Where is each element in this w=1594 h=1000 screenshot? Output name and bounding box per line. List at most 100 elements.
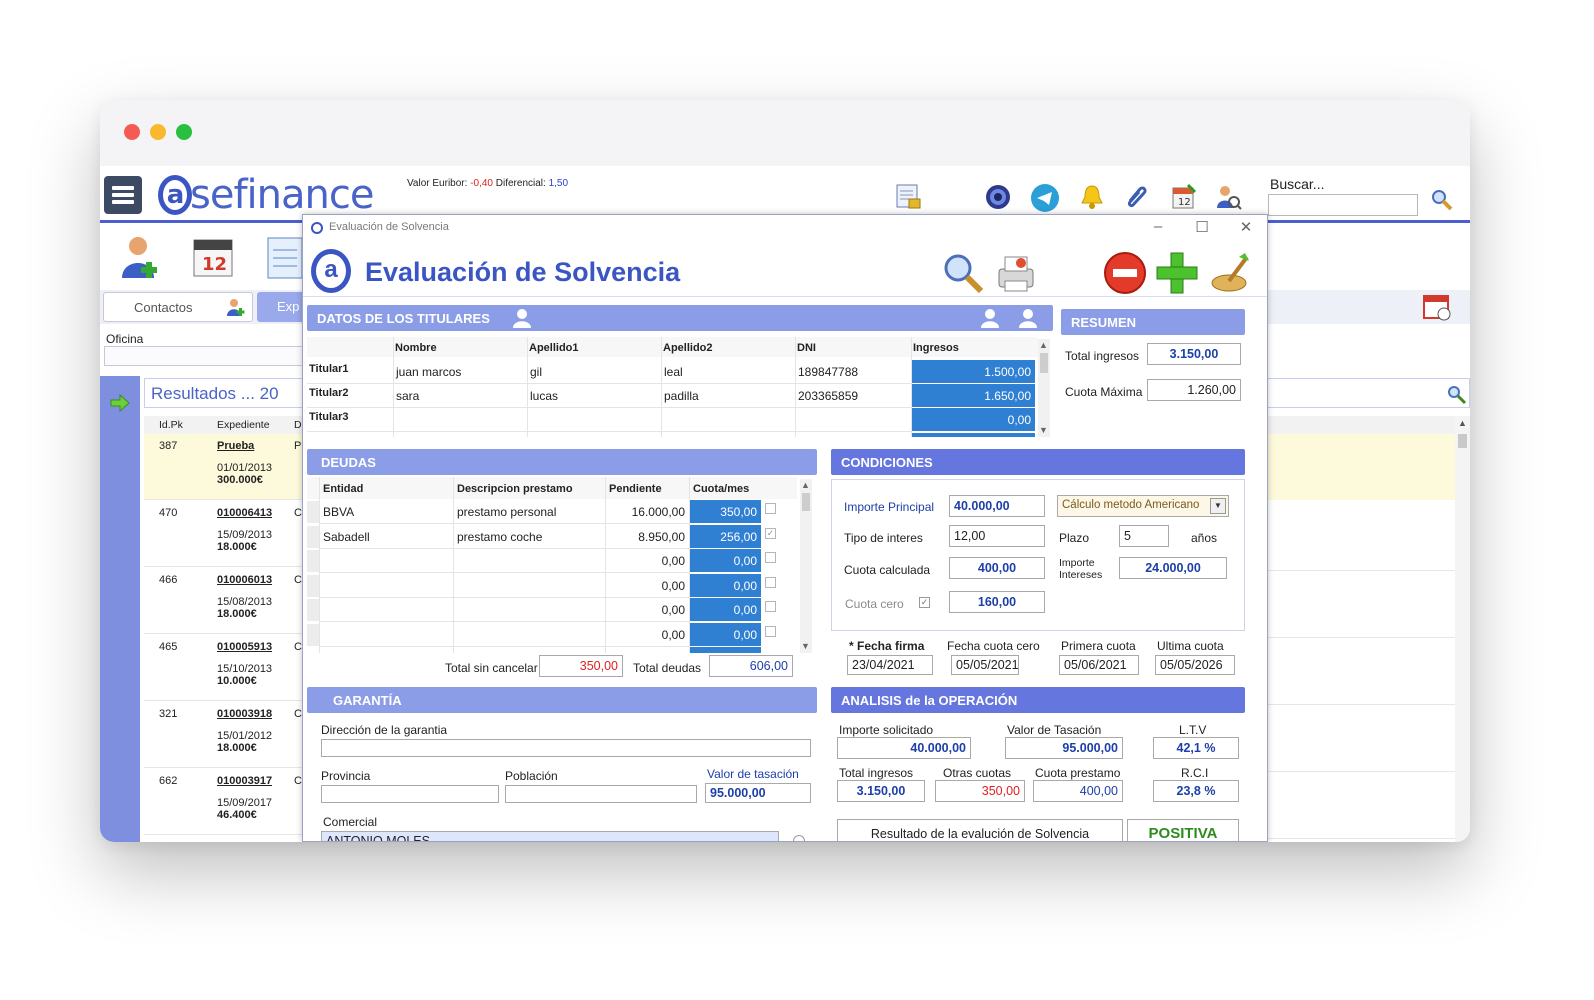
tipo-interes-input[interactable]: 12,00 xyxy=(949,525,1045,547)
titular-apellido2-cell[interactable]: leal xyxy=(664,365,683,379)
metodo-calculo-select[interactable]: Cálculo metodo Americano ▼ xyxy=(1057,495,1229,517)
scroll-up-icon[interactable]: ▲ xyxy=(1039,340,1048,350)
print-icon[interactable] xyxy=(995,251,1039,295)
results-scrollbar[interactable]: ▲ xyxy=(1455,416,1470,842)
clear-broom-icon[interactable] xyxy=(1209,251,1253,295)
results-row-expediente-link[interactable]: 010006013 xyxy=(217,574,272,586)
delete-icon[interactable] xyxy=(1103,251,1147,295)
deuda-cuota-cell[interactable]: 256,00 xyxy=(689,524,761,548)
add-contact-icon[interactable] xyxy=(118,234,164,280)
cuota-cero-checkbox[interactable]: ✓ xyxy=(919,597,930,608)
user-add-icon[interactable] xyxy=(979,307,1001,329)
close-window-button[interactable] xyxy=(124,124,140,140)
user-remove-icon[interactable] xyxy=(1017,307,1039,329)
row-selector[interactable] xyxy=(307,501,319,523)
results-row[interactable]: 321 010003918 15/01/2012 18.000€ C xyxy=(144,702,304,768)
results-row[interactable]: 465 010005913 15/10/2013 10.000€ C xyxy=(144,635,304,701)
results-row-expediente-link[interactable]: 010003918 xyxy=(217,708,272,720)
deudas-scrollbar[interactable]: ▲ ▼ xyxy=(800,479,812,653)
row-selector[interactable] xyxy=(307,599,319,621)
oficina-input[interactable] xyxy=(104,346,304,366)
results-row[interactable]: 470 010006413 15/09/2013 18.000€ C xyxy=(144,501,304,567)
settings-gear-icon[interactable] xyxy=(984,183,1012,211)
results-row-expediente-link[interactable]: 010003917 xyxy=(217,775,272,787)
deuda-cuota-cell[interactable]: 0,00 xyxy=(689,549,761,572)
direccion-input[interactable] xyxy=(321,739,811,757)
results-row[interactable]: 662 010003917 15/09/2017 46.400€ C xyxy=(144,769,304,835)
deuda-descripcion-cell[interactable]: prestamo coche xyxy=(457,530,542,544)
deuda-cuota-cell[interactable]: 350,00 xyxy=(689,500,761,523)
user-search-icon[interactable] xyxy=(1214,183,1242,211)
user-icon[interactable] xyxy=(511,307,533,329)
fecha-firma-input[interactable]: 23/04/2021 xyxy=(847,655,933,675)
row-selector[interactable] xyxy=(307,550,319,572)
titular-ingresos-cell[interactable]: 0,00 xyxy=(911,408,1035,431)
deuda-entidad-cell[interactable]: Sabadell xyxy=(323,530,370,544)
search-icon[interactable] xyxy=(1430,188,1454,212)
deuda-checkbox[interactable] xyxy=(765,576,776,588)
arrow-right-icon[interactable] xyxy=(110,394,130,412)
deuda-entidad-cell[interactable]: BBVA xyxy=(323,505,354,519)
valor-tasacion-input[interactable]: 95.000,00 xyxy=(705,783,811,803)
scroll-down-icon[interactable]: ▼ xyxy=(801,641,810,651)
scroll-up-icon[interactable]: ▲ xyxy=(801,480,810,490)
row-selector[interactable] xyxy=(307,623,319,646)
titular-ingresos-cell[interactable]: 1.500,00 xyxy=(911,360,1035,383)
zoom-window-button[interactable] xyxy=(176,124,192,140)
titular-apellido2-cell[interactable]: padilla xyxy=(664,389,699,403)
calendar-icon[interactable]: 12 xyxy=(190,234,236,280)
deuda-checkbox[interactable] xyxy=(765,503,776,514)
comercial-select[interactable]: ANTONIO MOLES xyxy=(321,831,779,841)
results-row-expediente-link[interactable]: 010005913 xyxy=(217,641,272,653)
scroll-thumb[interactable] xyxy=(1040,353,1048,373)
titulares-scrollbar[interactable]: ▲ ▼ xyxy=(1038,339,1050,437)
deuda-cuota-cell[interactable]: 0,00 xyxy=(689,622,761,646)
titular-nombre-cell[interactable]: juan marcos xyxy=(396,365,461,379)
titular-apellido1-cell[interactable]: gil xyxy=(530,365,542,379)
search-magnifier-icon[interactable] xyxy=(941,251,985,295)
fecha-cuota-cero-input[interactable]: 05/05/2021 xyxy=(951,655,1019,675)
scroll-up-icon[interactable]: ▲ xyxy=(1458,418,1467,428)
results-row[interactable]: 387 Prueba 01/01/2013 300.000€ P xyxy=(144,434,304,500)
row-selector[interactable] xyxy=(307,574,319,597)
deuda-checkbox[interactable] xyxy=(765,552,776,563)
deuda-pendiente-cell[interactable]: 0,00 xyxy=(605,603,685,617)
calendar-task-icon[interactable]: 12 xyxy=(1170,183,1198,211)
menu-icon[interactable] xyxy=(104,176,142,214)
importe-principal-input[interactable]: 40.000,00 xyxy=(949,495,1045,517)
maximize-icon[interactable]: ☐ xyxy=(1187,218,1217,236)
attachment-paperclip-icon[interactable] xyxy=(1122,183,1150,211)
deuda-cuota-cell[interactable]: 0,00 xyxy=(689,573,761,597)
deuda-checkbox[interactable] xyxy=(765,601,776,612)
deuda-cuota-cell[interactable]: 0,00 xyxy=(689,598,761,621)
minimize-icon[interactable]: – xyxy=(1143,218,1173,235)
row-selector[interactable] xyxy=(307,525,319,548)
calendar-clock-icon[interactable] xyxy=(1422,292,1452,322)
search-input[interactable] xyxy=(1268,194,1418,216)
deuda-pendiente-cell[interactable]: 8.950,00 xyxy=(605,530,685,544)
deuda-pendiente-cell[interactable]: 0,00 xyxy=(605,554,685,568)
results-row-expediente-link[interactable]: 010006413 xyxy=(217,507,272,519)
comercial-radio[interactable] xyxy=(793,835,805,841)
deuda-descripcion-cell[interactable]: prestamo personal xyxy=(457,505,556,519)
provincia-input[interactable] xyxy=(321,785,499,803)
chevron-down-icon[interactable]: ▼ xyxy=(1210,498,1226,514)
titular-dni-cell[interactable]: 203365859 xyxy=(798,389,858,403)
titular-ingresos-cell[interactable]: 1.650,00 xyxy=(911,384,1035,407)
plazo-input[interactable]: 5 xyxy=(1119,525,1169,547)
results-row-expediente-link[interactable]: Prueba xyxy=(217,440,254,452)
deuda-checkbox[interactable] xyxy=(765,625,776,637)
titular-nombre-cell[interactable]: sara xyxy=(396,389,419,403)
telegram-icon[interactable] xyxy=(1030,183,1059,212)
titular-dni-cell[interactable]: 189847788 xyxy=(798,365,858,379)
search-refresh-icon[interactable] xyxy=(1446,384,1468,406)
deuda-pendiente-cell[interactable]: 0,00 xyxy=(605,579,685,593)
scroll-thumb[interactable] xyxy=(802,493,810,511)
titular-apellido1-cell[interactable]: lucas xyxy=(530,389,558,403)
scroll-thumb[interactable] xyxy=(1458,434,1467,448)
results-row[interactable]: 466 010006013 15/08/2013 18.000€ C xyxy=(144,568,304,634)
notifications-bell-icon[interactable] xyxy=(1078,183,1106,211)
tab-contactos[interactable]: Contactos xyxy=(103,292,253,322)
poblacion-input[interactable] xyxy=(505,785,697,803)
deuda-pendiente-cell[interactable]: 0,00 xyxy=(605,628,685,642)
